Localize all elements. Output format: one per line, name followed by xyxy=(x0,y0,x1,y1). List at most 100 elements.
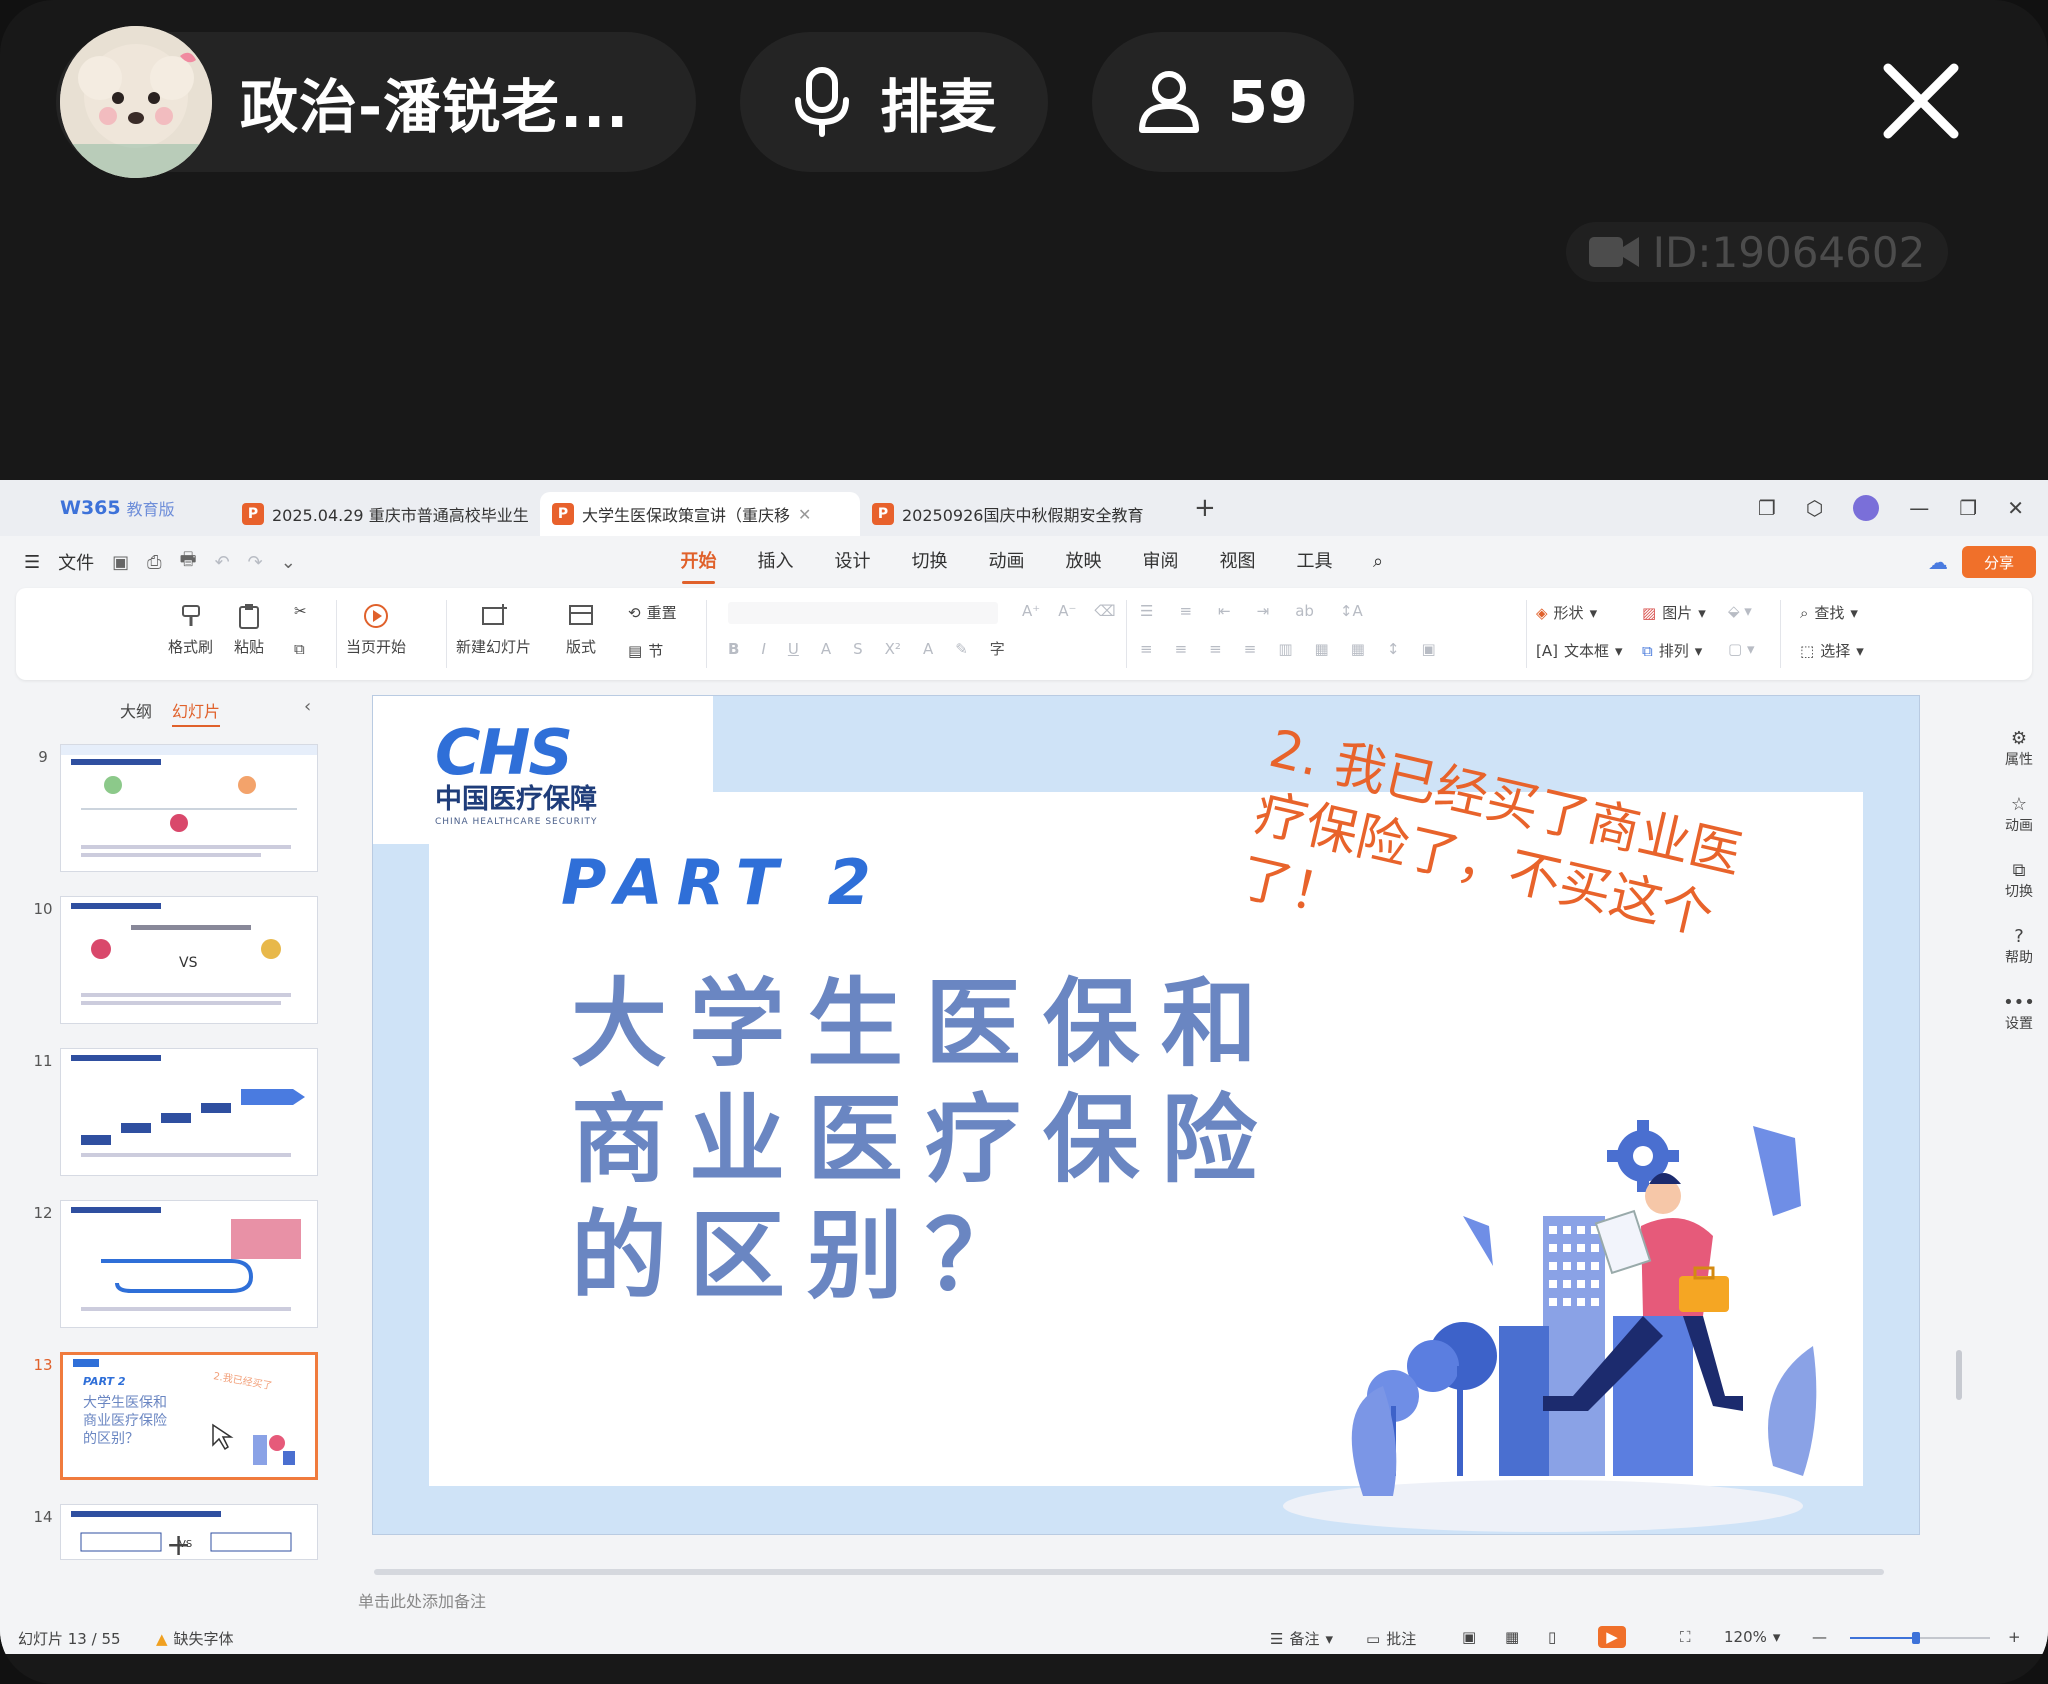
tab-overview-icon[interactable]: ❐ xyxy=(1758,496,1776,520)
slideshow-play-icon[interactable]: ▶ xyxy=(1598,1626,1626,1648)
layout-button[interactable]: 版式 xyxy=(566,602,596,657)
tab-animations[interactable]: 动画 xyxy=(968,536,1045,588)
vertical-scrollbar-thumb[interactable] xyxy=(1956,1350,1962,1400)
tab-transitions[interactable]: 切换 xyxy=(891,536,968,588)
zoom-level[interactable]: 120% ▾ xyxy=(1724,1628,1780,1646)
missing-font-button[interactable]: ▲ 缺失字体 xyxy=(156,1628,234,1649)
notes-placeholder[interactable]: 单击此处添加备注 xyxy=(358,1588,486,1612)
grow-font-icon[interactable]: A⁺ xyxy=(1022,602,1040,620)
document-tab-2[interactable]: P 大学生医保政策宣讲（重庆移 ✕ xyxy=(540,492,860,536)
slide-thumbnail-10[interactable]: VS xyxy=(60,896,318,1024)
find-button[interactable]: ⌕ 查找 ▾ xyxy=(1800,602,1858,623)
slide-thumbnail-13[interactable]: PART 2 大学生医保和 商业医疗保险 的区别？ 2.我已经买了 xyxy=(60,1352,318,1480)
underline-icon[interactable]: U xyxy=(788,640,799,658)
notes-toggle[interactable]: ☰ 备注 ▾ xyxy=(1270,1628,1333,1649)
share-button[interactable]: 分享 xyxy=(1962,546,2036,578)
collapse-panel-icon[interactable]: ‹ xyxy=(304,696,311,717)
justify-icon[interactable]: ≡ xyxy=(1244,640,1257,658)
shrink-font-icon[interactable]: A⁻ xyxy=(1058,602,1076,620)
reading-view-icon[interactable]: ▯ xyxy=(1548,1628,1556,1646)
shadow-icon[interactable]: S xyxy=(853,640,863,658)
tab-slideshow[interactable]: 放映 xyxy=(1045,536,1122,588)
undo-icon[interactable]: ↶ xyxy=(215,552,230,573)
arrange-button[interactable]: ⧉ 排列 ▾ xyxy=(1642,640,1702,661)
distribute-icon[interactable]: ▥ xyxy=(1278,640,1292,658)
zoom-slider[interactable] xyxy=(1850,1632,1990,1644)
animation-pane-button[interactable]: ☆ 动画 xyxy=(1990,794,2048,835)
close-icon[interactable] xyxy=(1880,60,1962,142)
wps365-logo[interactable]: W365 教育版 xyxy=(0,480,230,536)
text-box-align-icon[interactable]: ▣ xyxy=(1421,640,1435,658)
tab-tools[interactable]: 工具 xyxy=(1276,536,1353,588)
hamburger-menu-icon[interactable]: ☰ xyxy=(24,552,40,573)
file-menu[interactable]: 文件 xyxy=(58,549,94,575)
italic-icon[interactable]: I xyxy=(761,640,765,658)
add-slide-icon[interactable]: + xyxy=(166,1528,191,1563)
outline-icon[interactable]: ▢ ▾ xyxy=(1728,640,1754,658)
spacing-icon[interactable]: ↕ xyxy=(1387,640,1400,658)
new-tab-plus-icon[interactable]: + xyxy=(1180,480,1216,536)
cut-icon[interactable]: ✂ xyxy=(294,602,307,620)
font-color-icon[interactable]: A xyxy=(923,640,933,658)
host-info-pill[interactable]: 政治-潘锐老... xyxy=(56,26,696,178)
indent-increase-icon[interactable]: ⇥ xyxy=(1257,602,1270,620)
zoom-out-icon[interactable]: — xyxy=(1812,1628,1827,1646)
slide-thumbnail-12[interactable] xyxy=(60,1200,318,1328)
reset-button[interactable]: ⟲ 重置 xyxy=(628,602,677,623)
strike-icon[interactable]: A xyxy=(821,640,831,658)
print-icon[interactable]: 🖶 xyxy=(180,547,197,577)
restore-icon[interactable]: ❐ xyxy=(1959,496,1977,520)
tab-design[interactable]: 设计 xyxy=(814,536,891,588)
zoom-slider-handle[interactable] xyxy=(1912,1632,1920,1644)
copy-icon[interactable]: ⧉ xyxy=(294,640,305,658)
save-icon[interactable]: ▣ xyxy=(112,552,129,573)
tab-view[interactable]: 视图 xyxy=(1199,536,1276,588)
slide-thumbnail-9[interactable] xyxy=(60,744,318,872)
phonetic-icon[interactable]: 字 xyxy=(990,638,1005,659)
text-direction-icon[interactable]: ab xyxy=(1295,602,1314,620)
align-left-icon[interactable]: ≡ xyxy=(1140,640,1153,658)
window-close-icon[interactable]: ✕ xyxy=(2007,496,2024,520)
tab-close-icon[interactable]: ✕ xyxy=(798,505,811,524)
fill-icon[interactable]: ⬙ ▾ xyxy=(1728,602,1752,620)
minimize-icon[interactable]: — xyxy=(1909,496,1929,520)
tab-home[interactable]: 开始 xyxy=(660,536,737,588)
slide-sorter-icon[interactable]: ▦ xyxy=(1505,1628,1519,1646)
clear-format-icon[interactable]: ⌫ xyxy=(1094,602,1115,620)
properties-pane-button[interactable]: ⚙ 属性 xyxy=(1990,728,2048,769)
numbering-icon[interactable]: ≡ xyxy=(1179,602,1192,620)
cloud-upload-icon[interactable]: ☁ xyxy=(1928,550,1948,574)
help-pane-button[interactable]: ? 帮助 xyxy=(1990,926,2048,967)
new-slide-button[interactable]: 新建幻灯片 xyxy=(456,602,531,657)
document-tab-3[interactable]: P 20250926国庆中秋假期安全教育 xyxy=(860,492,1180,536)
superscript-icon[interactable]: X² xyxy=(885,640,901,658)
tab-outline[interactable]: 大纲 xyxy=(120,698,152,727)
fit-window-icon[interactable]: ⛶ xyxy=(1680,1628,1691,1646)
bullets-icon[interactable]: ☰ xyxy=(1140,602,1153,620)
more-dropdown-icon[interactable]: ⌄ xyxy=(281,552,296,573)
columns2-icon[interactable]: ▦ xyxy=(1351,640,1365,658)
highlight-icon[interactable]: ✎ xyxy=(955,640,968,658)
viewer-count-pill[interactable]: 59 xyxy=(1092,32,1354,172)
slide-canvas[interactable]: CHS 中国医疗保障 CHINA HEALTHCARE SECURITY PAR… xyxy=(372,695,1920,1535)
format-painter-button[interactable]: 格式刷 xyxy=(168,602,213,657)
tab-insert[interactable]: 插入 xyxy=(737,536,814,588)
document-tab-1[interactable]: P 2025.04.29 重庆市普通高校毕业生 xyxy=(230,492,540,536)
select-button[interactable]: ⬚ 选择 ▾ xyxy=(1800,640,1864,661)
bold-icon[interactable]: B xyxy=(728,640,739,658)
normal-view-icon[interactable]: ▣ xyxy=(1462,1628,1476,1646)
transition-pane-button[interactable]: ⧉ 切换 xyxy=(1990,860,2048,901)
section-button[interactable]: ▤ 节 xyxy=(628,640,663,661)
horizontal-scrollbar[interactable] xyxy=(360,1565,1940,1579)
tab-review[interactable]: 审阅 xyxy=(1122,536,1199,588)
align-right-icon[interactable]: ≡ xyxy=(1209,640,1222,658)
indent-decrease-icon[interactable]: ⇤ xyxy=(1218,602,1231,620)
picture-button[interactable]: ▨ 图片 ▾ xyxy=(1642,602,1706,623)
line-spacing-icon[interactable]: ↕A xyxy=(1340,602,1363,620)
print-preview-icon[interactable]: ⎙ xyxy=(147,552,161,573)
redo-icon[interactable]: ↷ xyxy=(248,552,263,573)
comments-toggle[interactable]: ▭ 批注 xyxy=(1366,1628,1416,1649)
tab-slides[interactable]: 幻灯片 xyxy=(172,698,221,727)
settings-pane-button[interactable]: ••• 设置 xyxy=(1990,992,2048,1033)
align-center-icon[interactable]: ≡ xyxy=(1175,640,1188,658)
